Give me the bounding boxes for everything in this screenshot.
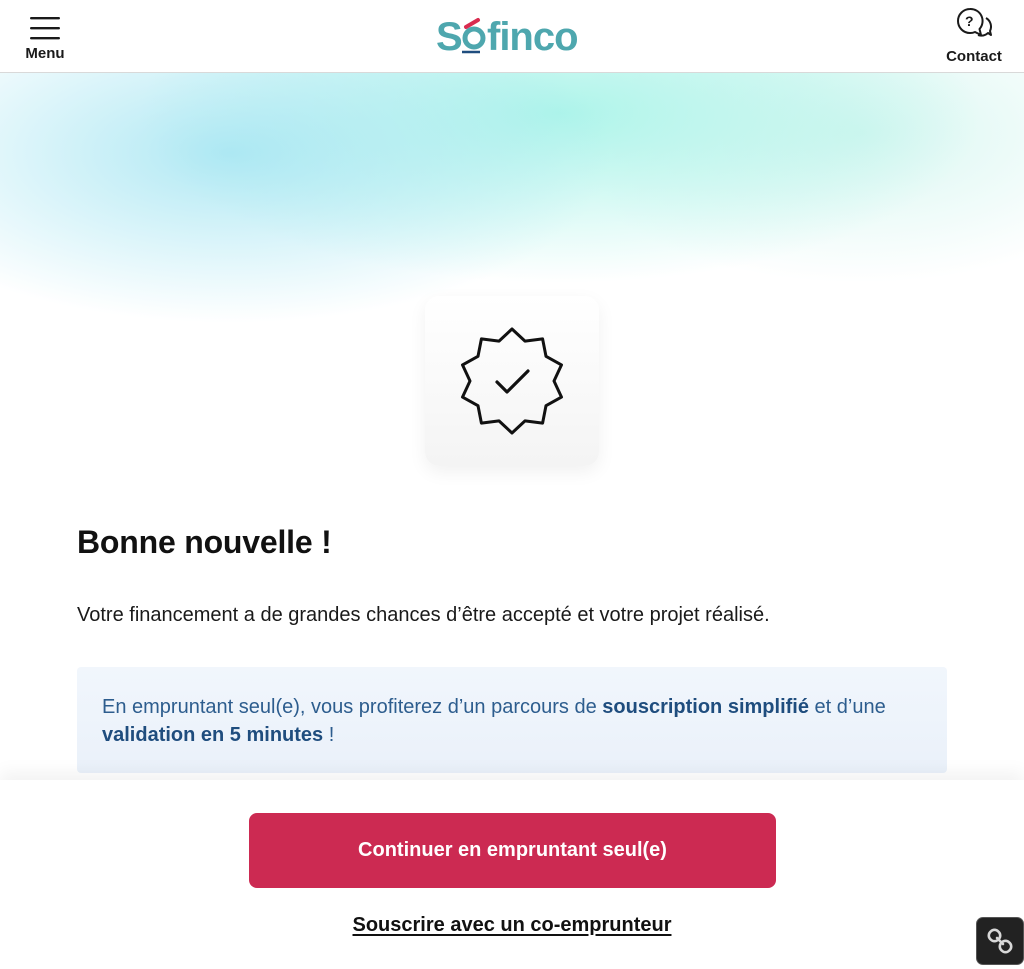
extension-button[interactable] bbox=[976, 917, 1024, 965]
info-box: En empruntant seul(e), vous profiterez d… bbox=[77, 667, 947, 773]
page-title: Bonne nouvelle ! bbox=[77, 524, 332, 560]
success-badge-card bbox=[425, 296, 599, 466]
lead-text: Votre financement a de grandes chances d… bbox=[77, 604, 770, 626]
sofinco-logo[interactable]: S finco bbox=[436, 14, 588, 58]
action-footer: Continuer en empruntant seul(e) Souscrir… bbox=[0, 780, 1024, 969]
contact-label: Contact bbox=[946, 48, 1002, 65]
info-highlight-souscription: souscription simplifié bbox=[602, 696, 809, 718]
svg-text:S: S bbox=[436, 15, 462, 58]
info-text: En empruntant seul(e), vous profiterez d… bbox=[102, 696, 886, 746]
top-header: Menu S finco ? Contact bbox=[0, 0, 1024, 73]
contact-button[interactable]: ? Contact bbox=[938, 7, 1010, 67]
svg-text:finco: finco bbox=[487, 15, 578, 58]
hamburger-icon bbox=[30, 17, 60, 40]
co-borrower-link[interactable]: Souscrire avec un co-emprunteur bbox=[0, 914, 1024, 937]
link-chain-icon bbox=[987, 928, 1013, 954]
info-highlight-validation: validation en 5 minutes bbox=[102, 724, 324, 746]
svg-text:?: ? bbox=[965, 13, 974, 29]
continue-alone-button[interactable]: Continuer en empruntant seul(e) bbox=[249, 813, 776, 888]
verified-badge-icon bbox=[461, 327, 563, 435]
question-chat-icon: ? bbox=[957, 7, 992, 37]
menu-button[interactable]: Menu bbox=[14, 12, 76, 66]
menu-label: Menu bbox=[25, 45, 65, 62]
